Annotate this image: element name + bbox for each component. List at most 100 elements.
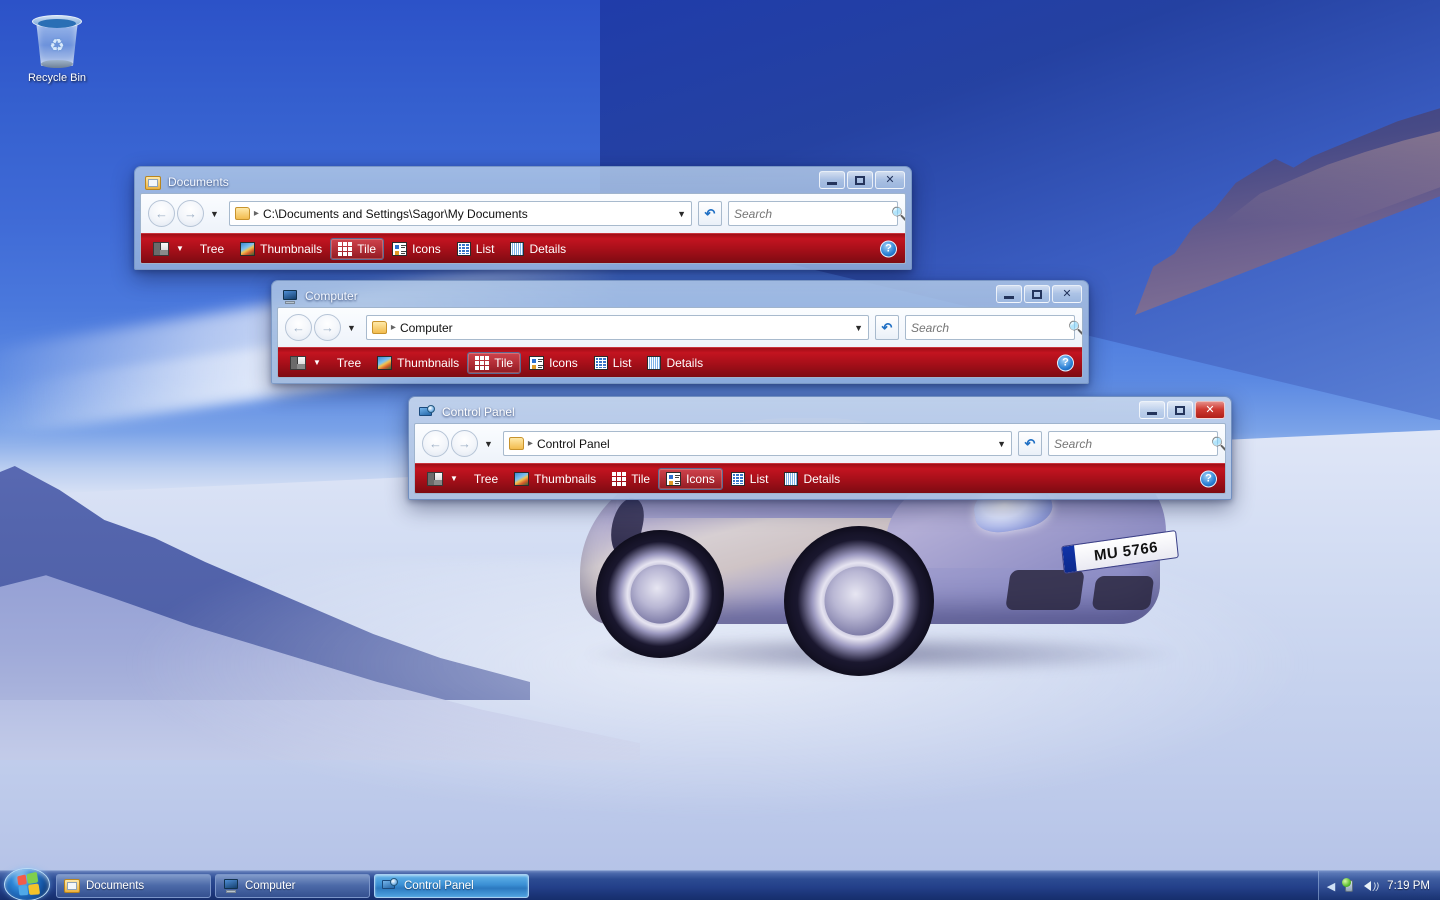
search-input[interactable] (1054, 436, 1211, 451)
taskbar-button-computer[interactable]: Computer (215, 873, 370, 898)
refresh-button[interactable]: ↶ (1018, 431, 1042, 456)
titlebar-control-panel[interactable]: Control Panel ✕ (414, 401, 1226, 423)
nav-buttons[interactable]: ← → ▼ (285, 314, 360, 341)
layout-button[interactable]: ▼ (419, 468, 466, 490)
search-box[interactable]: 🔍 (905, 315, 1082, 340)
chevron-down-icon[interactable]: ▼ (176, 244, 184, 253)
maximize-button[interactable] (847, 171, 873, 189)
forward-button[interactable]: → (314, 314, 341, 341)
view-toolbar[interactable]: ▼ Tree Thumbnails Tile Icons List Detail… (141, 233, 905, 263)
refresh-button[interactable]: ↶ (875, 315, 899, 340)
toolbar-item-tree[interactable]: Tree (329, 352, 369, 374)
toolbar-item-list[interactable]: List (586, 352, 640, 374)
search-input[interactable] (734, 206, 891, 221)
help-button[interactable]: ? (880, 240, 897, 257)
history-dropdown-icon[interactable]: ▼ (206, 209, 223, 219)
back-button[interactable]: ← (422, 430, 449, 457)
toolbar-label: Tile (631, 471, 651, 486)
search-box[interactable]: 🔍 (728, 201, 905, 226)
chevron-down-icon[interactable]: ▼ (450, 474, 458, 483)
tile-icon (475, 355, 490, 370)
window-documents[interactable]: Documents ✕ ← → ▼ ▸ C:\Documents and Set… (134, 166, 912, 270)
toolbar-item-details[interactable]: Details (776, 468, 848, 490)
back-button[interactable]: ← (285, 314, 312, 341)
layout-button[interactable]: ▼ (282, 352, 329, 374)
taskbar-clock[interactable]: 7:19 PM (1387, 880, 1430, 892)
close-button[interactable]: ✕ (1195, 401, 1225, 419)
search-input[interactable] (911, 320, 1068, 335)
toolbar-label: Thumbnails (260, 241, 323, 256)
forward-button[interactable]: → (177, 200, 204, 227)
list-icon (456, 241, 471, 256)
toolbar-item-tile[interactable]: Tile (467, 351, 522, 374)
help-button[interactable]: ? (1200, 470, 1217, 487)
address-bar[interactable]: ▸ Control Panel ▼ (502, 431, 1012, 456)
taskbar-button-documents[interactable]: Documents (56, 873, 211, 898)
refresh-button[interactable]: ↶ (698, 201, 722, 226)
search-box[interactable]: 🔍 (1048, 431, 1225, 456)
maximize-button[interactable] (1167, 401, 1193, 419)
toolbar-label: Icons (549, 355, 578, 370)
system-tray[interactable]: ◀ )) 7:19 PM (1317, 871, 1440, 900)
documents-folder-icon (145, 175, 161, 190)
volume-icon[interactable]: )) (1364, 879, 1380, 893)
toolbar-item-thumbnails[interactable]: Thumbnails (232, 238, 330, 260)
desktop-icon-recycle-bin[interactable]: ♻ Recycle Bin (12, 12, 102, 84)
network-icon[interactable] (1342, 877, 1357, 894)
breadcrumb-separator-icon: ▸ (527, 438, 533, 449)
toolbar-item-list[interactable]: List (723, 468, 777, 490)
toolbar-item-list[interactable]: List (449, 238, 503, 260)
nav-buttons[interactable]: ← → ▼ (422, 430, 497, 457)
layout-button[interactable]: ▼ (145, 238, 192, 260)
start-button[interactable] (4, 868, 50, 900)
help-button[interactable]: ? (1057, 354, 1074, 371)
window-buttons[interactable]: ✕ (1139, 401, 1225, 419)
toolbar-item-tree[interactable]: Tree (192, 238, 232, 260)
chevron-left-icon[interactable]: ◀ (1327, 880, 1335, 893)
toolbar-item-details[interactable]: Details (639, 352, 711, 374)
titlebar-computer[interactable]: Computer ✕ (277, 285, 1083, 307)
window-computer[interactable]: Computer ✕ ← → ▼ ▸ Computer ▼ ↶ Search 🔍… (271, 280, 1089, 384)
minimize-button[interactable] (1139, 401, 1165, 419)
minimize-button[interactable] (819, 171, 845, 189)
chevron-down-icon[interactable]: ▼ (313, 358, 321, 367)
address-bar[interactable]: ▸ C:\Documents and Settings\Sagor\My Doc… (228, 201, 692, 226)
toolbar-item-tree[interactable]: Tree (466, 468, 506, 490)
chevron-down-icon[interactable]: ▼ (991, 439, 1006, 449)
nav-buttons[interactable]: ← → ▼ (148, 200, 223, 227)
toolbar-item-details[interactable]: Details (502, 238, 574, 260)
address-bar[interactable]: ▸ Computer ▼ (365, 315, 869, 340)
toolbar-item-tile[interactable]: Tile (604, 468, 658, 490)
chevron-down-icon[interactable]: ▼ (848, 323, 863, 333)
minimize-button[interactable] (996, 285, 1022, 303)
close-button[interactable]: ✕ (1052, 285, 1082, 303)
toolbar-item-icons[interactable]: Icons (384, 238, 449, 260)
toolbar-item-tile[interactable]: Tile (330, 237, 385, 260)
history-dropdown-icon[interactable]: ▼ (343, 323, 360, 333)
icons-icon (666, 471, 682, 486)
chevron-down-icon[interactable]: ▼ (671, 209, 686, 219)
forward-button[interactable]: → (451, 430, 478, 457)
view-toolbar[interactable]: ▼ Tree Thumbnails Tile Icons List Detail… (415, 463, 1225, 493)
window-buttons[interactable]: ✕ (996, 285, 1082, 303)
window-buttons[interactable]: ✕ (819, 171, 905, 189)
view-toolbar[interactable]: ▼ Tree Thumbnails Tile Icons List Detail… (278, 347, 1082, 377)
toolbar-item-thumbnails[interactable]: Thumbnails (369, 352, 467, 374)
history-dropdown-icon[interactable]: ▼ (480, 439, 497, 449)
taskbar-button-control-panel[interactable]: Control Panel (374, 873, 529, 898)
breadcrumb-separator-icon: ▸ (253, 208, 259, 219)
taskbar[interactable]: Documents Computer Control Panel ◀ )) 7:… (0, 868, 1440, 900)
back-button[interactable]: ← (148, 200, 175, 227)
navigation-bar: ← → ▼ ▸ Computer ▼ ↶ 🔍 (278, 308, 1082, 347)
toolbar-item-icons[interactable]: Icons (521, 352, 586, 374)
window-control-panel[interactable]: Control Panel ✕ ← → ▼ ▸ Control Panel ▼ (408, 396, 1232, 500)
toolbar-item-thumbnails[interactable]: Thumbnails (506, 468, 604, 490)
car-grille-right (1091, 576, 1155, 610)
toolbar-label: Details (666, 355, 704, 370)
layout-icon (153, 241, 169, 256)
desktop[interactable]: MU 5766 ♻ Recycle Bin Documents ✕ ← → ▼ … (0, 0, 1440, 900)
toolbar-item-icons[interactable]: Icons (658, 467, 723, 490)
titlebar-documents[interactable]: Documents ✕ (140, 171, 906, 193)
close-button[interactable]: ✕ (875, 171, 905, 189)
maximize-button[interactable] (1024, 285, 1050, 303)
